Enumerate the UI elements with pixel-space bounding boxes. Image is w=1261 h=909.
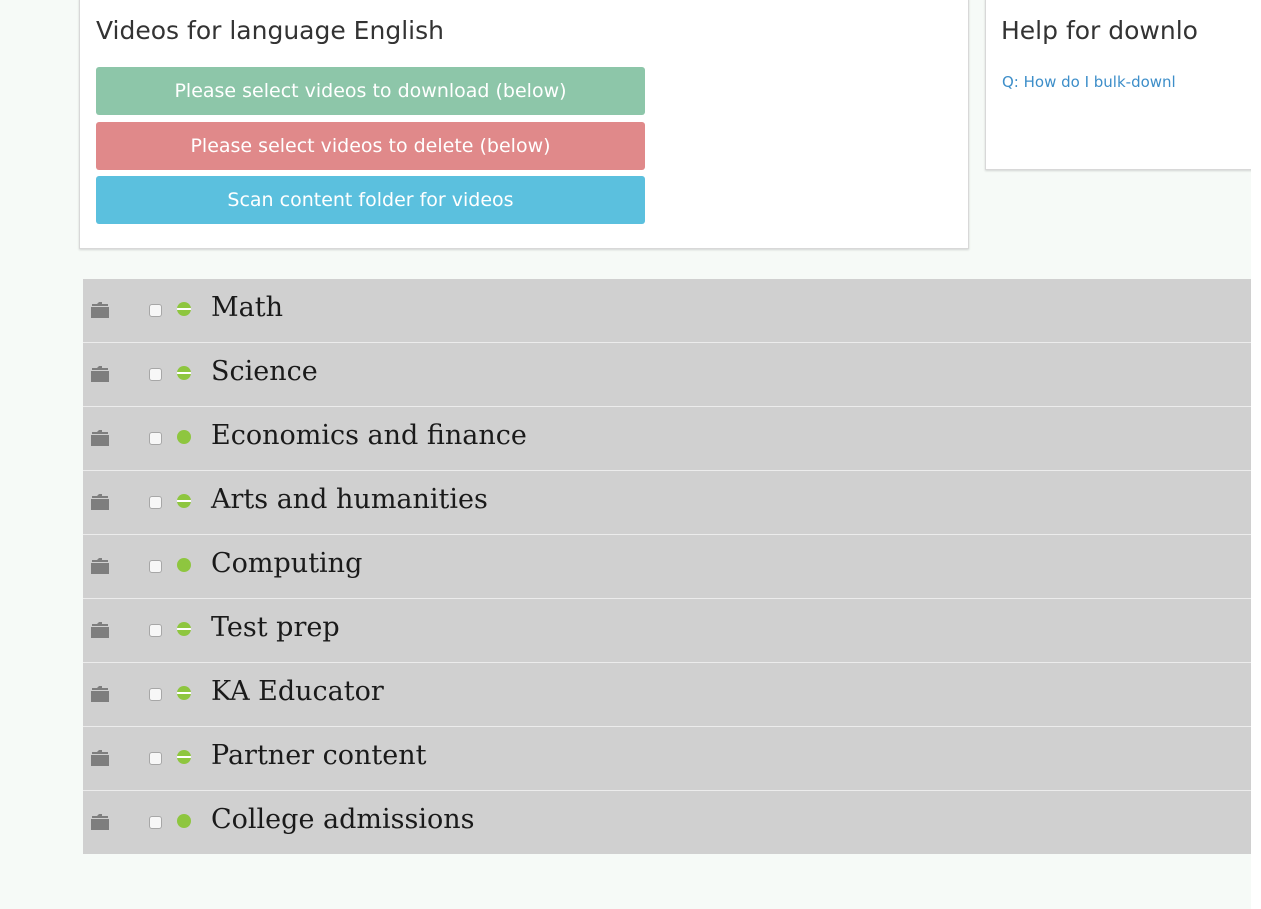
help-faq-link[interactable]: Q: How do I bulk-downl	[1002, 73, 1176, 91]
topic-label: College admissions	[211, 804, 475, 835]
scan-content-folder-button[interactable]: Scan content folder for videos	[96, 176, 645, 224]
topic-label: Math	[211, 292, 283, 323]
status-dot-icon	[177, 558, 191, 572]
help-panel: Help for downlo Q: How do I bulk-downl	[985, 0, 1251, 170]
topic-checkbox[interactable]	[149, 368, 162, 381]
topic-label: Science	[211, 356, 318, 387]
topic-tree: Math Science Economics and finance Arts and…	[83, 279, 1251, 854]
topic-row-computing[interactable]: Computing	[83, 535, 1251, 599]
topic-row-partner-content[interactable]: Partner content	[83, 727, 1251, 791]
topic-label: Arts and humanities	[211, 484, 488, 515]
topic-label: Economics and finance	[211, 420, 527, 451]
topic-checkbox[interactable]	[149, 432, 162, 445]
topic-label: Test prep	[211, 612, 340, 643]
topic-checkbox[interactable]	[149, 560, 162, 573]
topic-row-science[interactable]: Science	[83, 343, 1251, 407]
download-videos-button[interactable]: Please select videos to download (below)	[96, 67, 645, 115]
status-dot-icon	[177, 302, 191, 316]
folder-icon[interactable]	[90, 301, 110, 318]
topic-label: KA Educator	[211, 676, 384, 707]
folder-icon[interactable]	[90, 685, 110, 702]
videos-panel-title: Videos for language English	[96, 16, 444, 45]
videos-panel: Videos for language English Please selec…	[79, 0, 969, 249]
topic-checkbox[interactable]	[149, 304, 162, 317]
topic-row-college-admissions[interactable]: College admissions	[83, 791, 1251, 854]
status-dot-icon	[177, 494, 191, 508]
folder-icon[interactable]	[90, 557, 110, 574]
status-dot-icon	[177, 622, 191, 636]
topic-label: Partner content	[211, 740, 427, 771]
status-dot-icon	[177, 750, 191, 764]
status-dot-icon	[177, 430, 191, 444]
status-dot-icon	[177, 366, 191, 380]
help-panel-title: Help for downlo	[1001, 16, 1198, 45]
topic-row-math[interactable]: Math	[83, 279, 1251, 343]
folder-icon[interactable]	[90, 813, 110, 830]
topic-row-arts-and-humanities[interactable]: Arts and humanities	[83, 471, 1251, 535]
topic-checkbox[interactable]	[149, 496, 162, 509]
topic-checkbox[interactable]	[149, 624, 162, 637]
delete-videos-button[interactable]: Please select videos to delete (below)	[96, 122, 645, 170]
topic-checkbox[interactable]	[149, 816, 162, 829]
folder-icon[interactable]	[90, 429, 110, 446]
folder-icon[interactable]	[90, 365, 110, 382]
topic-row-ka-educator[interactable]: KA Educator	[83, 663, 1251, 727]
topic-row-economics-and-finance[interactable]: Economics and finance	[83, 407, 1251, 471]
folder-icon[interactable]	[90, 621, 110, 638]
topic-checkbox[interactable]	[149, 688, 162, 701]
topic-checkbox[interactable]	[149, 752, 162, 765]
page: Videos for language English Please selec…	[0, 0, 1251, 909]
folder-icon[interactable]	[90, 493, 110, 510]
folder-icon[interactable]	[90, 749, 110, 766]
status-dot-icon	[177, 686, 191, 700]
topic-label: Computing	[211, 548, 363, 579]
topic-row-test-prep[interactable]: Test prep	[83, 599, 1251, 663]
status-dot-icon	[177, 814, 191, 828]
